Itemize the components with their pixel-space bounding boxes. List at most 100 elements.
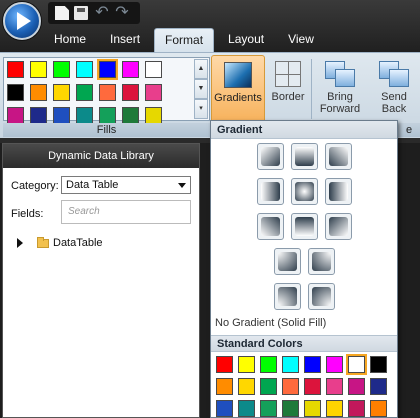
gradient-option[interactable] xyxy=(325,178,352,205)
gradient-option[interactable] xyxy=(257,178,284,205)
standard-color-swatch[interactable] xyxy=(260,400,277,417)
bring-forward-button[interactable]: Bring Forward xyxy=(314,55,366,123)
fill-swatch[interactable] xyxy=(99,84,116,101)
fill-swatch[interactable] xyxy=(76,107,93,124)
standard-color-swatch[interactable] xyxy=(238,356,255,373)
ribbon-separator xyxy=(311,59,312,119)
gradient-option[interactable] xyxy=(325,213,352,240)
no-gradient-option[interactable]: No Gradient (Solid Fill) xyxy=(215,317,326,329)
gradient-option[interactable] xyxy=(274,248,301,275)
tree-item-datatable[interactable]: DataTable xyxy=(17,236,103,249)
panel-title: Dynamic Data Library xyxy=(3,144,199,168)
fill-swatch[interactable] xyxy=(7,84,24,101)
tab-view[interactable]: View xyxy=(278,28,324,52)
fill-swatch[interactable] xyxy=(53,84,70,101)
border-button[interactable]: Border xyxy=(268,55,308,123)
redo-icon[interactable]: ↷ xyxy=(114,5,130,21)
bring-forward-label-2: Forward xyxy=(319,103,361,115)
fill-swatch[interactable] xyxy=(145,107,162,124)
fill-swatch[interactable] xyxy=(122,107,139,124)
bring-forward-label: Bring xyxy=(327,91,353,103)
undo-icon[interactable]: ↶ xyxy=(94,5,110,21)
fill-swatch[interactable] xyxy=(145,61,162,78)
standard-colors-header: Standard Colors xyxy=(211,335,397,352)
application-menu-button[interactable] xyxy=(3,2,41,40)
standard-color-swatch[interactable] xyxy=(370,356,387,373)
standard-color-swatch[interactable] xyxy=(216,378,233,395)
folder-icon xyxy=(37,236,49,248)
border-icon xyxy=(275,61,301,87)
standard-color-swatch[interactable] xyxy=(216,400,233,417)
gradients-button[interactable]: Gradients xyxy=(211,55,265,123)
tree-item-label: DataTable xyxy=(53,237,103,249)
gradient-option[interactable] xyxy=(291,143,318,170)
fill-swatch[interactable] xyxy=(30,84,47,101)
standard-color-swatch[interactable] xyxy=(304,378,321,395)
standard-color-swatch[interactable] xyxy=(216,356,233,373)
gradients-dropdown: Gradient No Gradient (Solid Fill) Standa… xyxy=(210,120,398,418)
standard-color-swatch[interactable] xyxy=(348,400,365,417)
fill-swatch[interactable] xyxy=(97,59,118,80)
chevron-down-icon xyxy=(178,183,186,188)
standard-color-swatch[interactable] xyxy=(370,400,387,417)
standard-color-swatch[interactable] xyxy=(304,356,321,373)
save-icon[interactable] xyxy=(74,6,88,20)
send-back-button[interactable]: Send Back xyxy=(368,55,420,123)
fill-swatch[interactable] xyxy=(76,61,93,78)
canvas-background xyxy=(200,143,210,418)
fill-swatch[interactable] xyxy=(30,61,47,78)
fill-swatch[interactable] xyxy=(99,107,116,124)
expand-arrow-icon[interactable] xyxy=(17,238,23,248)
gallery-down-arrow-icon[interactable]: ▼ xyxy=(194,79,208,99)
gallery-scroll: ▲ ▼ ▾ xyxy=(194,59,208,119)
gallery-up-arrow-icon[interactable]: ▲ xyxy=(194,59,208,79)
tab-format[interactable]: Format xyxy=(154,28,215,52)
category-select[interactable]: Data Table xyxy=(61,176,191,194)
gradient-option[interactable] xyxy=(325,143,352,170)
fill-swatch[interactable] xyxy=(30,107,47,124)
standard-color-swatch[interactable] xyxy=(348,378,365,395)
gradient-option[interactable] xyxy=(308,283,335,310)
fill-swatch[interactable] xyxy=(76,84,93,101)
standard-color-swatch[interactable] xyxy=(238,400,255,417)
tab-home[interactable]: Home xyxy=(44,28,96,52)
standard-color-swatch[interactable] xyxy=(326,356,343,373)
standard-color-swatch[interactable] xyxy=(304,400,321,417)
standard-color-swatch[interactable] xyxy=(370,378,387,395)
tab-insert[interactable]: Insert xyxy=(100,28,150,52)
standard-color-swatch[interactable] xyxy=(346,354,367,375)
fill-swatch[interactable] xyxy=(7,107,24,124)
fill-swatch[interactable] xyxy=(53,107,70,124)
send-back-icon xyxy=(377,59,411,89)
standard-color-swatch[interactable] xyxy=(260,356,277,373)
gradient-option[interactable] xyxy=(257,143,284,170)
gradient-option[interactable] xyxy=(291,178,318,205)
standard-color-swatch[interactable] xyxy=(326,378,343,395)
standard-color-swatch[interactable] xyxy=(282,356,299,373)
fields-label: Fields: xyxy=(11,208,44,220)
standard-color-swatch[interactable] xyxy=(326,400,343,417)
fills-gallery: ▲ ▼ ▾ xyxy=(3,57,210,124)
tab-layout[interactable]: Layout xyxy=(218,28,274,52)
standard-color-swatch[interactable] xyxy=(282,378,299,395)
gradient-option[interactable] xyxy=(274,283,301,310)
fill-swatch-grid xyxy=(7,59,162,124)
category-label: Category: xyxy=(11,180,59,192)
title-bar: ↶ ↷ Home Insert Format Layout View xyxy=(0,0,420,52)
new-document-icon[interactable] xyxy=(55,6,69,20)
fill-swatch[interactable] xyxy=(122,84,139,101)
gallery-more-icon[interactable]: ▾ xyxy=(194,99,208,119)
gradient-option[interactable] xyxy=(291,213,318,240)
gradient-option[interactable] xyxy=(257,213,284,240)
fill-swatch[interactable] xyxy=(7,61,24,78)
standard-color-swatch[interactable] xyxy=(260,378,277,395)
standard-color-swatch[interactable] xyxy=(282,400,299,417)
fields-search-input[interactable]: Search xyxy=(61,200,191,224)
gradient-section-header: Gradient xyxy=(211,121,397,139)
fill-swatch[interactable] xyxy=(122,61,139,78)
gradient-option[interactable] xyxy=(308,248,335,275)
standard-color-swatch[interactable] xyxy=(238,378,255,395)
fill-swatch[interactable] xyxy=(53,61,70,78)
standard-colors-grid xyxy=(216,354,387,417)
fill-swatch[interactable] xyxy=(145,84,162,101)
